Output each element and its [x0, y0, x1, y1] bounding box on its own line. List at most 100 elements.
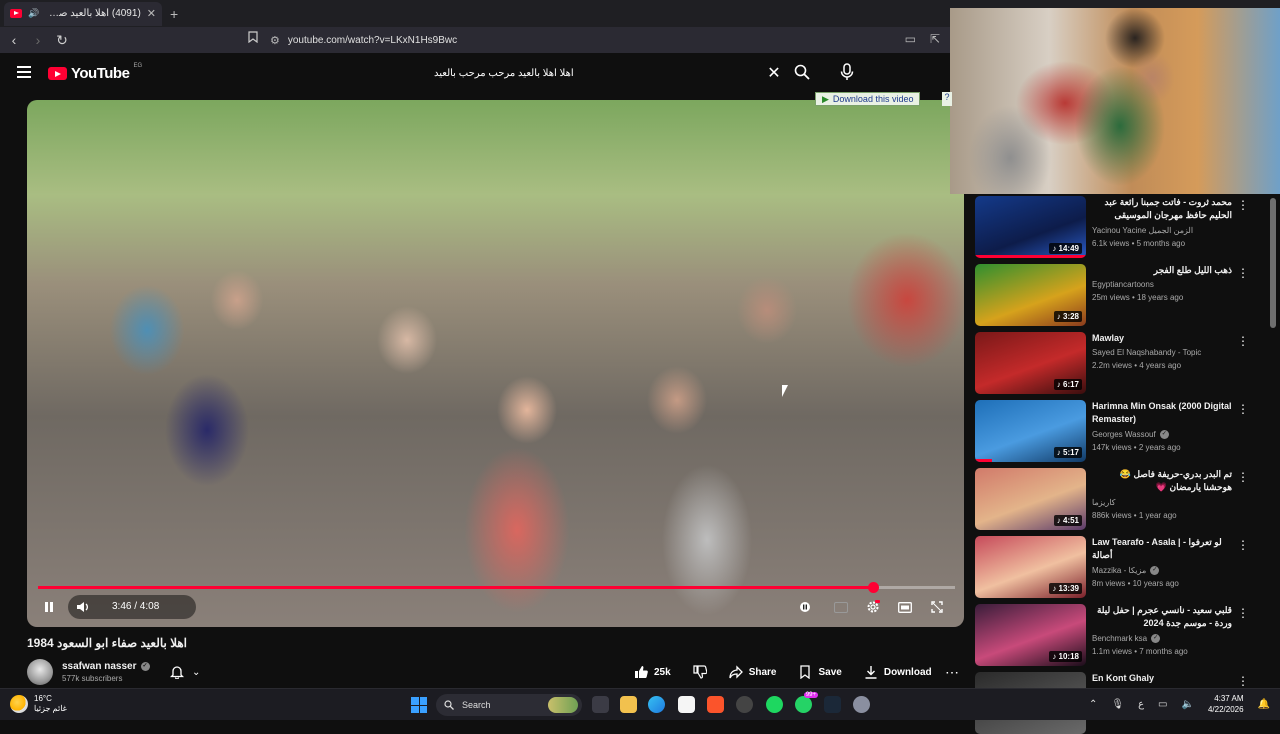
recommendation-channel[interactable]: Yacinou Yacine الزمن الجميل [1092, 226, 1193, 235]
steam-icon[interactable] [824, 696, 841, 713]
recommendation-title[interactable]: Mawlay [1092, 332, 1232, 345]
clock[interactable]: 4:37 AM 4/22/2026 [1208, 693, 1244, 715]
fullscreen-button[interactable] [926, 597, 948, 617]
theater-mode-button[interactable] [894, 597, 916, 617]
recommendation-thumbnail[interactable]: ♪ 5:17 [975, 400, 1086, 462]
channel-name[interactable]: ssafwan nasser [62, 661, 137, 672]
autoplay-toggle[interactable] [794, 597, 816, 617]
address-bar[interactable]: ⚙ youtube.com/watch?v=LKxN1Hs9Bwc [240, 30, 940, 50]
duration-badge: ♪ 3:28 [1053, 311, 1082, 322]
settings-button[interactable] [862, 597, 884, 617]
whatsapp-icon[interactable]: 99+ [795, 692, 818, 713]
download-button[interactable]: Download [864, 660, 932, 684]
app-icon[interactable] [736, 696, 753, 713]
store-icon[interactable] [678, 696, 695, 713]
pause-button[interactable] [38, 597, 60, 617]
seek-bar[interactable] [38, 582, 955, 593]
recommendation-channel[interactable]: كاريزما [1092, 498, 1115, 507]
more-options-icon[interactable]: ⋮ [1237, 538, 1249, 552]
channel-avatar[interactable] [27, 659, 53, 685]
youtube-logo[interactable]: YouTube EG [48, 63, 142, 82]
clear-search-icon[interactable]: ✕ [764, 63, 784, 83]
back-button[interactable]: ‹ [4, 32, 24, 48]
recommendation-thumbnail[interactable]: ♪ 13:39 [975, 536, 1086, 598]
share-button[interactable]: Share [729, 660, 776, 684]
duration-badge: ♪ 5:17 [1053, 447, 1082, 458]
download-video-addon-button[interactable]: ▶ Download this video [815, 92, 921, 106]
save-button[interactable]: Save [798, 660, 842, 684]
reload-button[interactable]: ↻ [52, 32, 72, 49]
close-tab-icon[interactable]: ✕ [147, 7, 156, 20]
file-explorer-icon[interactable] [620, 696, 637, 713]
spotify-icon[interactable] [766, 696, 783, 713]
new-tab-button[interactable]: + [170, 6, 178, 22]
recommendation-item[interactable]: ♪ 4:51 تم البدر بدري-حريفة فاصل 😂 هوحشنا … [975, 468, 1265, 530]
task-view-icon[interactable] [592, 696, 609, 713]
language-indicator[interactable]: ع [1138, 699, 1144, 710]
recommendation-thumbnail[interactable]: ♪ 6:17 [975, 332, 1086, 394]
search-box[interactable]: اهلا اهلا بالعيد مرحب مرحب بالعيد ✕ [424, 61, 784, 85]
recommendation-channel[interactable]: Georges Wassouf [1092, 430, 1156, 439]
like-button[interactable]: 25k [634, 660, 671, 684]
notification-icon[interactable]: 🔔 [1258, 699, 1270, 710]
subtitles-button[interactable] [830, 597, 852, 617]
recommendation-channel[interactable]: Egyptiancartoons [1092, 280, 1154, 289]
audio-playing-icon[interactable]: 🔊 [28, 8, 39, 19]
recommendation-item[interactable]: ♪ 14:49 محمد ثروت - فاتت جمبنا رائعة عبد … [975, 196, 1265, 258]
more-options-icon[interactable]: ⋮ [1237, 402, 1249, 416]
recommendation-thumbnail[interactable]: ♪ 4:51 [975, 468, 1086, 530]
more-options-icon[interactable]: ⋮ [1237, 334, 1249, 348]
recommendation-channel[interactable]: Benchmark ksa [1092, 634, 1147, 643]
taskbar-search[interactable]: Search [436, 694, 582, 716]
recommendation-thumbnail[interactable]: ♪ 3:28 [975, 264, 1086, 326]
video-player[interactable] [27, 100, 964, 627]
more-options-icon[interactable]: ⋮ [1237, 674, 1249, 688]
dislike-button[interactable] [693, 660, 707, 684]
share-page-icon[interactable]: ⇱ [930, 32, 940, 46]
mic-tray-icon[interactable]: 🎙 [1111, 699, 1124, 710]
recommendation-item[interactable]: ♪ 6:17 Mawlay Sayed El Naqshabandy - Topic… [975, 332, 1265, 394]
mute-button[interactable] [72, 597, 94, 617]
recommendation-title[interactable]: تم البدر بدري-حريفة فاصل 😂 هوحشنا يارمضا… [1092, 468, 1232, 494]
recommendation-item[interactable]: ♪ 13:39 Law Tearafo - Asala | لو تعرفوا -… [975, 536, 1265, 598]
recommendation-channel[interactable]: Sayed El Naqshabandy - Topic [1092, 348, 1201, 357]
recommendation-title[interactable]: En Kont Ghaly [1092, 672, 1232, 685]
recommendation-channel[interactable]: Mazzika - مزيكا [1092, 566, 1146, 575]
bell-icon [170, 666, 184, 679]
chevron-up-icon[interactable]: ⌃ [1089, 699, 1097, 710]
settings-app-icon[interactable] [853, 696, 870, 713]
addon-help-button[interactable]: ? [942, 92, 952, 106]
network-icon[interactable]: ▭ [1158, 699, 1167, 710]
brave-icon[interactable] [707, 696, 724, 713]
recommendation-thumbnail[interactable]: ♪ 10:18 [975, 604, 1086, 666]
recommendation-thumbnail[interactable]: ♪ 14:49 [975, 196, 1086, 258]
screencast-icon[interactable]: ▭ [905, 32, 916, 46]
more-options-icon[interactable]: ⋮ [1237, 266, 1249, 280]
recommendation-item[interactable]: ♪ 3:28 ذهب الليل طلع الفجر Egyptiancartoon… [975, 264, 1265, 326]
search-input[interactable]: اهلا اهلا بالعيد مرحب مرحب بالعيد [424, 68, 764, 79]
forward-button[interactable]: › [28, 32, 48, 48]
speaker-icon[interactable]: 🔈 [1182, 699, 1194, 710]
search-icon[interactable] [794, 64, 810, 80]
site-info-icon[interactable]: ⚙ [270, 34, 280, 47]
mic-icon[interactable] [840, 63, 854, 81]
menu-icon[interactable] [17, 66, 31, 78]
url-text: youtube.com/watch?v=LKxN1Hs9Bwc [287, 34, 458, 46]
recommendation-title[interactable]: قلبي سعيد - نانسي عجرم | حفل ليلة وردة -… [1092, 604, 1232, 630]
weather-widget[interactable]: 16°C غائم جزئيا [10, 694, 67, 714]
recommendation-title[interactable]: ذهب الليل طلع الفجر [1092, 264, 1232, 277]
recommendation-title[interactable]: محمد ثروت - فاتت جمبنا رائعة عبد الحليم … [1092, 196, 1232, 223]
recommendation-title[interactable]: Law Tearafo - Asala | لو تعرفوا - أصالة [1092, 536, 1232, 562]
more-options-icon[interactable]: ⋮ [1237, 198, 1249, 212]
sidebar-scrollbar[interactable] [1270, 198, 1276, 328]
windows-start-button[interactable] [411, 697, 427, 713]
recommendation-item[interactable]: ♪ 5:17 Harimna Min Onsak (2000 Digital Re… [975, 400, 1265, 462]
more-options-icon[interactable]: ⋮ [1237, 470, 1249, 484]
more-actions-icon[interactable]: ⋯ [945, 664, 959, 681]
browser-tab[interactable]: 🔊 (4091) اهلا بالعيد صفاء ابو الس... ✕ [4, 1, 162, 26]
recommendation-item[interactable]: ♪ 10:18 قلبي سعيد - نانسي عجرم | حفل ليلة… [975, 604, 1265, 666]
more-options-icon[interactable]: ⋮ [1237, 606, 1249, 620]
edge-icon[interactable] [648, 696, 665, 713]
subscription-bell-button[interactable]: ⌄ [170, 663, 210, 681]
recommendation-title[interactable]: Harimna Min Onsak (2000 Digital Remaster… [1092, 400, 1232, 426]
